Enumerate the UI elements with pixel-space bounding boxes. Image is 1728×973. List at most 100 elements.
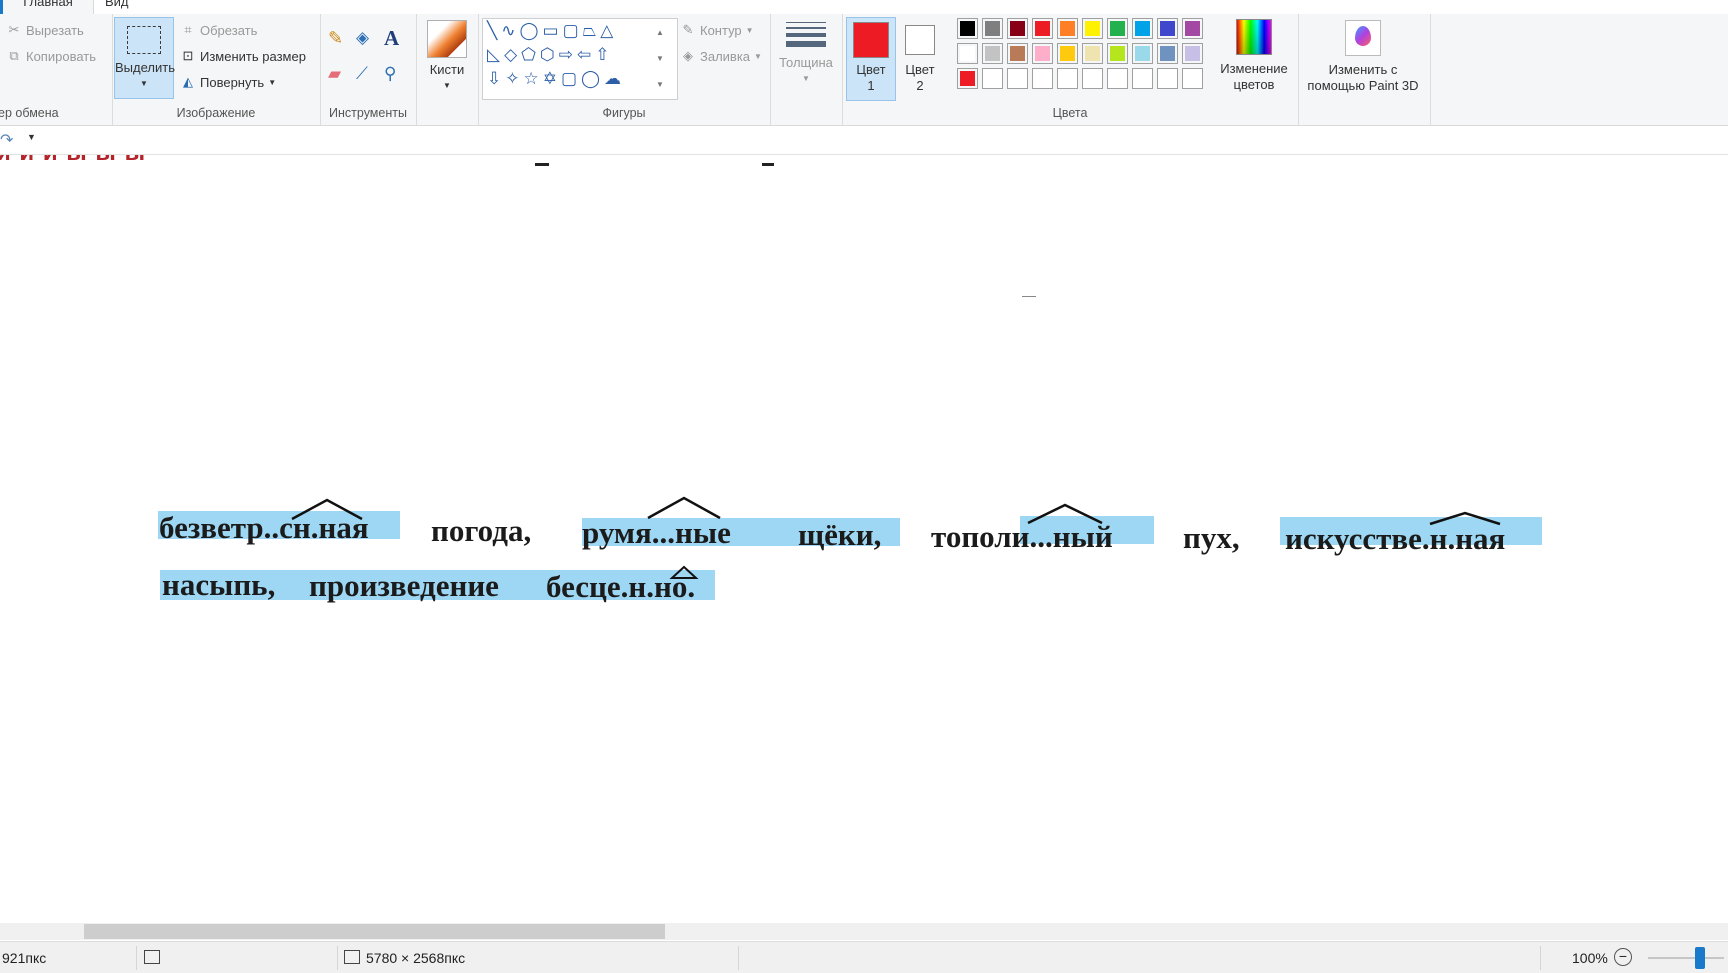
clipboard-group: ✂ Вырезать ⧉ Копировать ер обмена (0, 14, 113, 125)
quick-access-toolbar: ↷ ▼ (0, 126, 1728, 155)
clipboard-group-label: ер обмена (0, 106, 59, 120)
color1-swatch (853, 22, 889, 58)
palette-swatch[interactable] (1157, 18, 1178, 39)
palette-swatch[interactable] (1182, 43, 1203, 64)
palette-swatch[interactable] (1057, 18, 1078, 39)
color2-button[interactable]: Цвет 2 (896, 17, 944, 99)
resize-label: Изменить размер (200, 48, 306, 64)
chevron-down-icon: ▼ (754, 51, 762, 61)
palette-swatch[interactable] (982, 68, 1003, 89)
paint3d-label-line2: помощью Paint 3D (1307, 78, 1419, 93)
palette-swatch[interactable] (982, 43, 1003, 64)
palette-swatch[interactable] (1182, 18, 1203, 39)
palette-swatch-color (1185, 21, 1200, 36)
horizontal-scrollbar[interactable] (0, 923, 1728, 940)
palette-swatch[interactable] (1157, 68, 1178, 89)
palette-swatch[interactable] (1007, 43, 1028, 64)
shapes-group-label: Фигуры (602, 106, 646, 120)
paint3d-group: Изменить с помощью Paint 3D (1298, 14, 1431, 125)
palette-swatch[interactable] (957, 43, 978, 64)
status-separator (136, 946, 137, 970)
tools-group-label: Инструменты (329, 106, 407, 120)
cut-label: Вырезать (26, 22, 84, 38)
color-picker-icon[interactable]: ⟋ (356, 64, 368, 84)
palette-swatch[interactable] (1132, 68, 1153, 89)
palette-swatch-color (1010, 21, 1025, 36)
line-thickness-icon (786, 22, 826, 47)
palette-swatch[interactable] (1132, 18, 1153, 39)
status-separator (337, 946, 338, 970)
redo-icon[interactable]: ↷ (0, 130, 13, 150)
palette-swatch[interactable] (1132, 43, 1153, 64)
palette-swatch[interactable] (1032, 43, 1053, 64)
eraser-icon[interactable]: ▰ (328, 64, 341, 84)
shapes-row-1: ╲∿◯▭▢⏢△ (487, 21, 618, 40)
outline-brush-icon: ✎ (682, 22, 694, 37)
copy-label: Копировать (26, 48, 96, 64)
edit-colors-button[interactable]: Изменение цветов (1220, 17, 1288, 99)
palette-swatch[interactable] (957, 18, 978, 39)
status-separator (738, 946, 739, 970)
palette-swatch[interactable] (1082, 43, 1103, 64)
rotate-button[interactable]: ◭ Повернуть ▼ (180, 74, 276, 90)
palette-swatch[interactable] (1157, 43, 1178, 64)
resize-button[interactable]: ⊡ Изменить размер (180, 48, 306, 64)
fill-button[interactable]: ◈ Заливка ▼ (680, 48, 762, 64)
shapes-scroll[interactable]: ▲ ▼ ▼ (656, 20, 664, 98)
palette-swatch[interactable] (1107, 18, 1128, 39)
palette-swatch[interactable] (1032, 68, 1053, 89)
palette-swatch[interactable] (1057, 43, 1078, 64)
palette-swatch[interactable] (1182, 68, 1203, 89)
size-button[interactable]: Толщина ▼ (776, 18, 836, 98)
tab-view[interactable]: Вид (105, 0, 129, 14)
zoom-slider[interactable] (1648, 947, 1724, 969)
paint3d-button[interactable]: Изменить с помощью Paint 3D (1302, 17, 1424, 99)
color1-label-line1: Цвет (856, 62, 886, 77)
palette-swatch[interactable] (1107, 43, 1128, 64)
selection-size-icon (144, 950, 160, 964)
palette-swatch[interactable] (982, 18, 1003, 39)
palette-swatch[interactable] (1057, 68, 1078, 89)
crop-button[interactable]: ⌗ Обрезать (180, 22, 257, 38)
word-pukh: пух, (1183, 520, 1240, 555)
cut-button[interactable]: ✂ Вырезать (6, 22, 84, 38)
image-dimensions: 5780 × 2568пкс (366, 950, 466, 966)
ribbon-tabs: Главная Вид (0, 0, 1728, 15)
image-group: Выделить ▼ ⌗ Обрезать ⊡ Изменить размер … (112, 14, 321, 125)
brushes-button[interactable]: Кисти ▼ (422, 18, 472, 98)
paint3d-icon (1345, 20, 1381, 56)
drawing-canvas[interactable]: и и и ы ы ы безветр..сн.ная погода, румя… (0, 155, 1728, 923)
color2-label-line2: 2 (916, 78, 924, 93)
word-bezvetr: безветр..сн.ная (159, 510, 369, 545)
palette-swatch[interactable] (1007, 68, 1028, 89)
copy-button[interactable]: ⧉ Копировать (6, 48, 96, 64)
palette-swatch-color (1060, 21, 1075, 36)
tab-home[interactable]: Главная (0, 0, 94, 14)
magnifier-icon[interactable]: ⚲ (384, 64, 396, 84)
color1-button[interactable]: Цвет 1 (846, 17, 896, 101)
text-tool-icon[interactable]: A (384, 26, 399, 51)
select-button[interactable]: Выделить ▼ (114, 17, 175, 99)
palette-swatch[interactable] (1082, 18, 1103, 39)
select-rectangle-icon (127, 26, 161, 54)
shapes-row-3: ⇩✧☆✡▢◯☁ (487, 69, 626, 88)
zoom-slider-handle[interactable] (1695, 947, 1705, 969)
scrollbar-thumb[interactable] (84, 924, 665, 939)
fill-bucket-icon[interactable]: ◈ (356, 28, 369, 48)
shapes-gallery[interactable]: ╲∿◯▭▢⏢△ ◺◇⬠⬡⇨⇦⇧ ⇩✧☆✡▢◯☁ (482, 18, 678, 100)
chevron-down-icon: ▼ (140, 79, 148, 88)
zoom-out-button[interactable]: − (1614, 948, 1632, 966)
tools-group: ✎ ◈ A ▰ ⟋ ⚲ Инструменты (320, 14, 417, 125)
palette-swatch[interactable] (1032, 18, 1053, 39)
colors-group-label: Цвета (1052, 106, 1088, 120)
pencil-icon[interactable]: ✎ (328, 28, 343, 49)
word-iskusstvennaya: искусстве.н.ная (1285, 521, 1506, 556)
outline-button[interactable]: ✎ Контур ▼ (680, 22, 754, 38)
palette-swatch[interactable] (1082, 68, 1103, 89)
outline-label: Контур (700, 22, 742, 38)
palette-swatch[interactable] (957, 68, 978, 89)
palette-swatch[interactable] (1007, 18, 1028, 39)
customize-toolbar-icon[interactable]: ▼ (27, 132, 36, 142)
palette-swatch[interactable] (1107, 68, 1128, 89)
ribbon: ✂ Вырезать ⧉ Копировать ер обмена Выдели… (0, 14, 1728, 126)
